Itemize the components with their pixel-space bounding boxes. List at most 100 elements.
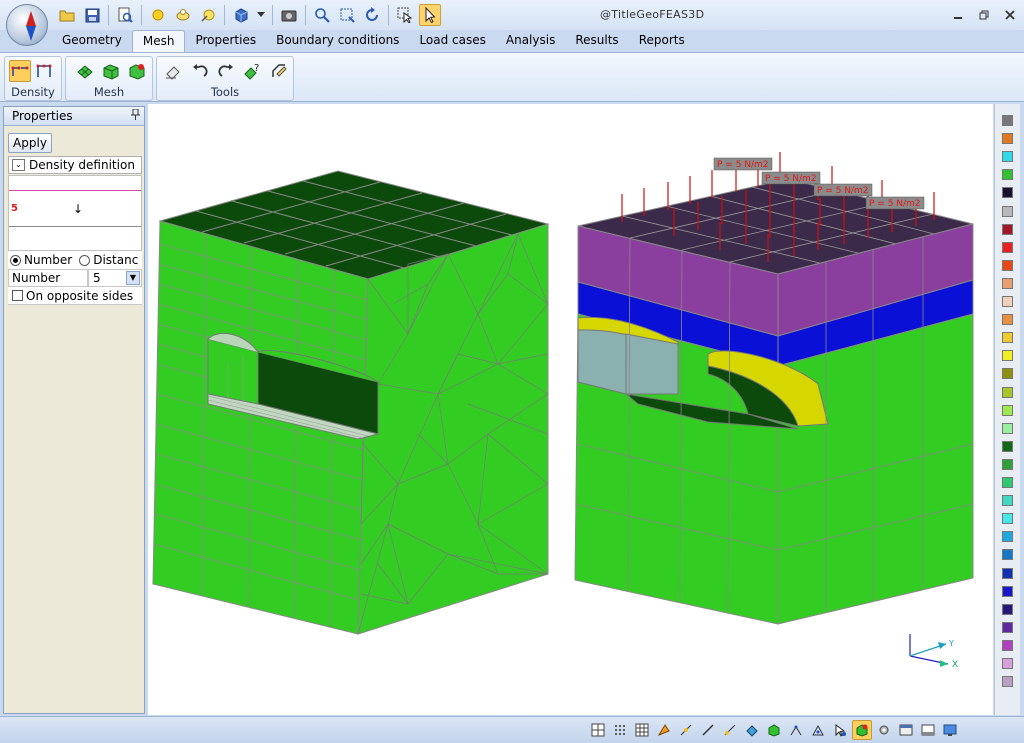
color-swatch[interactable] xyxy=(1002,440,1013,452)
tab-results[interactable]: Results xyxy=(565,30,628,52)
mesh-edit-button[interactable] xyxy=(269,60,289,82)
print-preview-button[interactable] xyxy=(114,4,136,26)
density-region-button[interactable] xyxy=(33,60,55,82)
color-swatch[interactable] xyxy=(1002,241,1013,253)
color-swatch[interactable] xyxy=(1002,169,1013,181)
right-layered-model[interactable]: P = 5 N/m2 P = 5 N/m2 P = 5 N/m2 P = 5 N… xyxy=(574,152,974,625)
snap-line-button[interactable] xyxy=(698,720,718,740)
light-button[interactable] xyxy=(147,4,169,26)
color-swatch[interactable] xyxy=(1002,458,1013,470)
eraser-button[interactable] xyxy=(163,60,183,82)
radio-number[interactable] xyxy=(10,254,21,266)
color-swatch[interactable] xyxy=(1002,495,1013,507)
tab-reports[interactable]: Reports xyxy=(629,30,695,52)
save-button[interactable] xyxy=(81,4,103,26)
snap-point-button[interactable] xyxy=(654,720,674,740)
snap-midpoint-button[interactable] xyxy=(720,720,740,740)
view-cube-button[interactable] xyxy=(230,4,252,26)
density-edge-button[interactable] xyxy=(9,60,31,82)
display-settings-button[interactable] xyxy=(874,720,894,740)
tab-geometry[interactable]: Geometry xyxy=(52,30,132,52)
zoom-window-button[interactable] xyxy=(336,4,358,26)
tab-mesh[interactable]: Mesh xyxy=(131,30,186,52)
display-mesh-button[interactable] xyxy=(852,720,872,740)
number-select[interactable]: 5 ▼ xyxy=(88,269,142,287)
mesh-surface-button[interactable] xyxy=(74,60,95,82)
color-swatch[interactable] xyxy=(1002,115,1013,126)
collapse-icon[interactable]: ⌄ xyxy=(12,159,25,171)
apply-button[interactable]: Apply xyxy=(8,133,52,153)
table-grid-button[interactable] xyxy=(632,720,652,740)
color-swatch[interactable] xyxy=(1002,477,1013,488)
pin-icon[interactable] xyxy=(131,108,140,123)
mesh-volume-button[interactable] xyxy=(100,60,121,82)
color-swatch[interactable] xyxy=(1002,133,1013,145)
opposite-sides-checkbox[interactable] xyxy=(12,290,23,301)
snap-grid-button[interactable] xyxy=(610,720,630,740)
chevron-down-icon[interactable]: ▼ xyxy=(126,271,140,285)
output-window-button[interactable] xyxy=(918,720,938,740)
density-definition-header[interactable]: ⌄ Density definition xyxy=(8,156,142,174)
tab-boundary-conditions[interactable]: Boundary conditions xyxy=(266,30,409,52)
select-window-button[interactable] xyxy=(394,4,416,26)
color-swatch[interactable] xyxy=(1002,368,1013,380)
color-swatch[interactable] xyxy=(1002,259,1013,271)
tab-analysis[interactable]: Analysis xyxy=(496,30,565,52)
zoom-button[interactable] xyxy=(311,4,333,26)
color-swatch[interactable] xyxy=(1002,386,1013,398)
color-swatch[interactable] xyxy=(1002,621,1013,633)
color-swatch[interactable] xyxy=(1002,277,1013,289)
node-button[interactable] xyxy=(786,720,806,740)
restore-button[interactable] xyxy=(974,6,994,24)
snap-solid-button[interactable] xyxy=(764,720,784,740)
undo-button[interactable] xyxy=(189,60,209,82)
select-node-button[interactable] xyxy=(830,720,850,740)
color-swatch[interactable] xyxy=(1002,314,1013,326)
color-swatch[interactable] xyxy=(1002,567,1013,579)
color-swatch[interactable] xyxy=(1002,350,1013,362)
close-button[interactable] xyxy=(1000,6,1020,24)
color-swatch[interactable] xyxy=(1002,332,1013,344)
light-settings-button[interactable] xyxy=(172,4,194,26)
color-swatch[interactable] xyxy=(1002,296,1013,307)
radio-distance-label[interactable]: Distanc xyxy=(93,253,138,267)
tab-properties[interactable]: Properties xyxy=(185,30,266,52)
mesh-check-button[interactable]: ? xyxy=(242,60,262,82)
color-swatch[interactable] xyxy=(1002,549,1013,561)
color-swatch[interactable] xyxy=(1002,639,1013,651)
color-swatch[interactable] xyxy=(1002,205,1013,217)
snap-face-button[interactable] xyxy=(742,720,762,740)
application-menu-button[interactable] xyxy=(6,4,48,46)
color-swatch[interactable] xyxy=(1002,676,1013,688)
select-pointer-button[interactable] xyxy=(419,4,441,26)
minimize-button[interactable] xyxy=(948,6,968,24)
color-swatch[interactable] xyxy=(1002,422,1013,434)
tab-load-cases[interactable]: Load cases xyxy=(409,30,495,52)
redo-button[interactable] xyxy=(216,60,236,82)
color-swatch[interactable] xyxy=(1002,513,1013,525)
viewport-canvas[interactable]: P = 5 N/m2 P = 5 N/m2 P = 5 N/m2 P = 5 N… xyxy=(148,104,993,715)
color-swatch[interactable] xyxy=(1002,531,1013,543)
radio-distance[interactable] xyxy=(79,254,91,266)
color-swatch[interactable] xyxy=(1002,585,1013,597)
left-mesh-model[interactable] xyxy=(152,170,550,635)
color-swatch[interactable] xyxy=(1002,151,1013,163)
opposite-sides-label[interactable]: On opposite sides xyxy=(26,289,133,303)
rotate-button[interactable] xyxy=(361,4,383,26)
full-screen-button[interactable] xyxy=(940,720,960,740)
element-button[interactable] xyxy=(808,720,828,740)
view-dropdown-button[interactable] xyxy=(255,4,267,26)
model-viewport[interactable]: P = 5 N/m2 P = 5 N/m2 P = 5 N/m2 P = 5 N… xyxy=(148,104,993,715)
panel-toggle-button[interactable] xyxy=(896,720,916,740)
color-swatch[interactable] xyxy=(1002,187,1013,199)
color-swatch[interactable] xyxy=(1002,404,1013,416)
color-swatch[interactable] xyxy=(1002,603,1013,615)
color-swatch[interactable] xyxy=(1002,223,1013,235)
radio-number-label[interactable]: Number xyxy=(24,253,72,267)
light-direction-button[interactable] xyxy=(197,4,219,26)
snap-vertex-button[interactable] xyxy=(676,720,696,740)
screenshot-button[interactable] xyxy=(278,4,300,26)
open-button[interactable] xyxy=(56,4,78,26)
viewport-layout-button[interactable] xyxy=(588,720,608,740)
color-swatch[interactable] xyxy=(1002,658,1013,669)
